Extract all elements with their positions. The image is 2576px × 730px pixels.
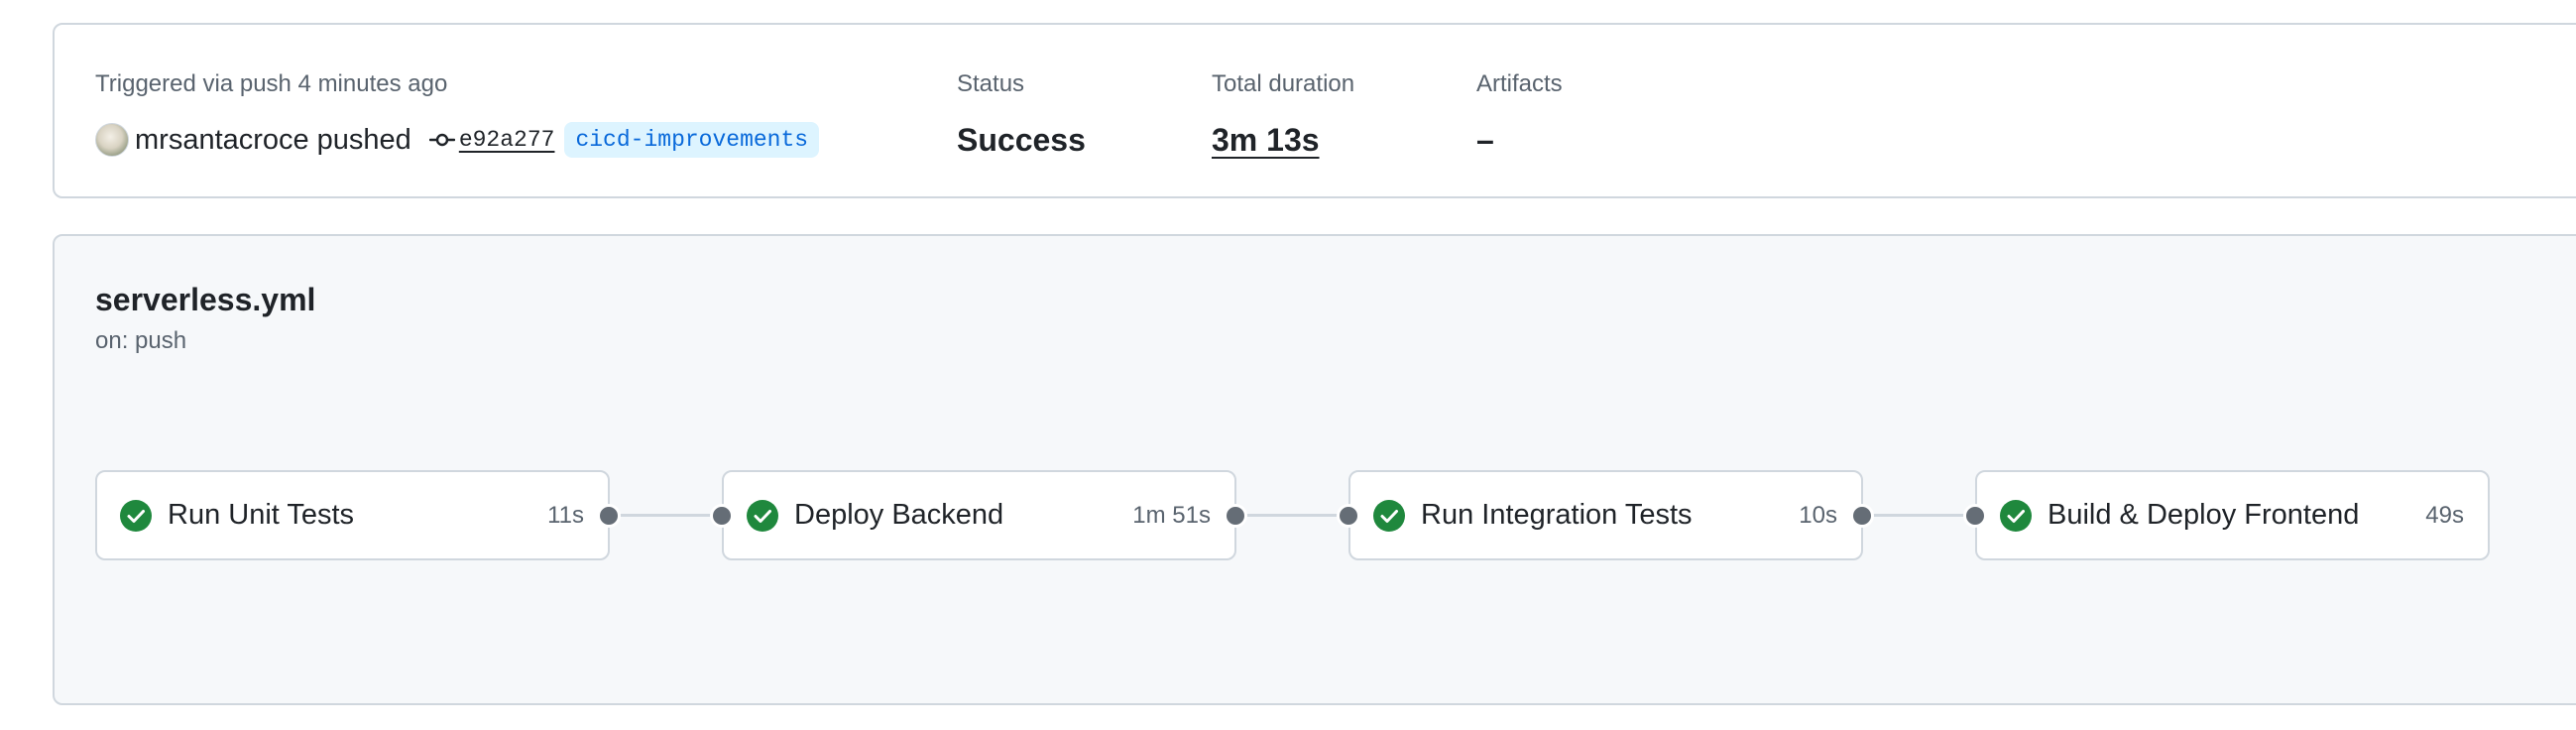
- job-name: Run Integration Tests: [1421, 499, 1693, 531]
- status-label: Status: [957, 70, 1025, 97]
- artifacts-label: Artifacts: [1476, 70, 1563, 97]
- job-card[interactable]: Deploy Backend 1m 51s: [722, 470, 1236, 560]
- commit-sha-link[interactable]: e92a277: [459, 127, 555, 153]
- action-text: pushed: [316, 123, 411, 156]
- avatar[interactable]: [95, 123, 129, 157]
- status-section: Status Success: [957, 68, 1086, 158]
- job-card[interactable]: Build & Deploy Frontend 49s: [1975, 470, 2490, 560]
- check-circle-icon: [120, 500, 152, 532]
- job-card[interactable]: Run Unit Tests 11s: [95, 470, 610, 560]
- job-card[interactable]: Run Integration Tests 10s: [1348, 470, 1863, 560]
- workflow-file-name: serverless.yml: [95, 282, 316, 317]
- trigger-section: Triggered via push 4 minutes ago mrsanta…: [95, 68, 820, 158]
- artifacts-section: Artifacts –: [1476, 68, 1563, 158]
- trigger-label: Triggered via push 4 minutes ago: [95, 70, 448, 97]
- connector-dot: [1224, 504, 1247, 528]
- job-name: Run Unit Tests: [168, 499, 355, 531]
- status-value: Success: [957, 122, 1086, 158]
- connector-dot: [597, 504, 621, 528]
- job-duration: 10s: [1799, 502, 1837, 529]
- git-commit-icon: [428, 132, 455, 148]
- actor-link[interactable]: mrsantacroce: [135, 124, 309, 157]
- job-duration: 11s: [547, 502, 584, 529]
- check-circle-icon: [747, 500, 778, 532]
- job-name: Deploy Backend: [794, 499, 1004, 531]
- job-name: Build & Deploy Frontend: [2048, 499, 2360, 531]
- duration-link[interactable]: 3m 13s: [1212, 120, 1320, 160]
- branch-badge[interactable]: cicd-improvements: [564, 122, 820, 158]
- workflow-graph-card: serverless.yml on: push Run Unit Tests 1…: [53, 234, 2576, 705]
- job-duration: 1m 51s: [1132, 502, 1211, 529]
- connector-dot: [1337, 504, 1360, 528]
- artifacts-value: –: [1476, 122, 1494, 158]
- connector-dot: [1850, 504, 1874, 528]
- connector-dot: [710, 504, 734, 528]
- check-circle-icon: [2000, 500, 2032, 532]
- duration-label: Total duration: [1212, 70, 1355, 97]
- check-circle-icon: [1373, 500, 1405, 532]
- trigger-row: mrsantacroce pushed e92a277 cicd-improve…: [95, 120, 820, 160]
- duration-section: Total duration 3m 13s: [1212, 68, 1355, 158]
- run-summary-card: Triggered via push 4 minutes ago mrsanta…: [53, 23, 2576, 198]
- connector-dot: [1963, 504, 1987, 528]
- workflow-trigger: on: push: [95, 327, 187, 354]
- job-duration: 49s: [2425, 502, 2464, 529]
